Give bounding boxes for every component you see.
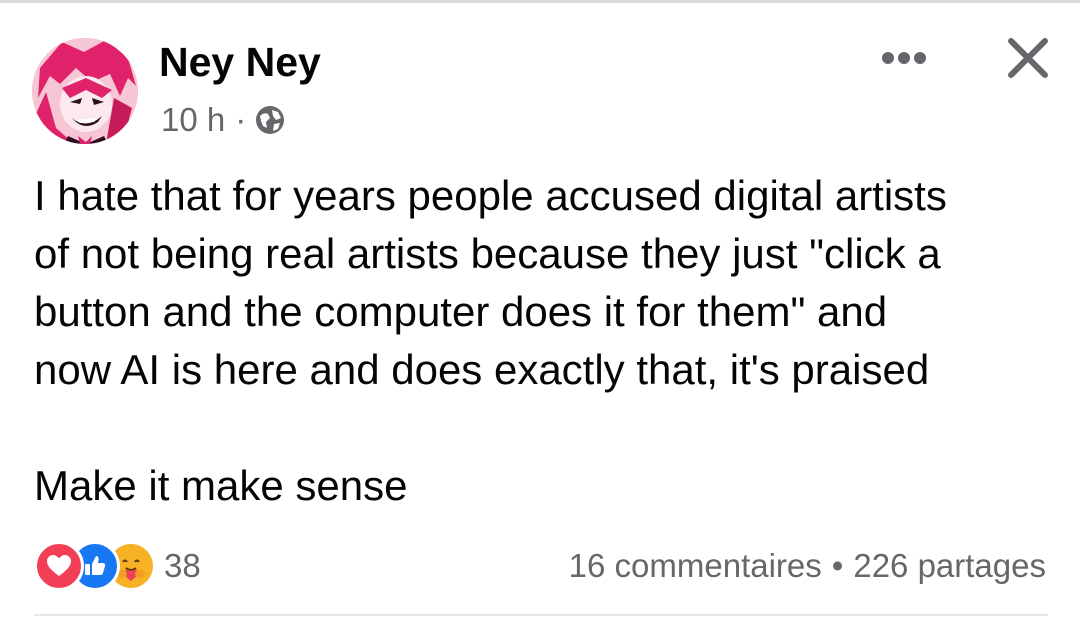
love-reaction-icon — [34, 541, 84, 591]
reaction-count: 38 — [164, 547, 201, 584]
stats-separator: • — [831, 547, 844, 584]
post-text-line: button and the computer does it for them… — [34, 288, 888, 335]
avatar[interactable] — [32, 38, 138, 144]
post-text-line: of not being real artists because they j… — [34, 230, 941, 277]
reactions-summary[interactable]: 38 — [34, 540, 201, 592]
avatar-image — [32, 38, 138, 144]
bottom-divider — [34, 614, 1048, 616]
post-time[interactable]: 10 h — [161, 101, 225, 139]
author-name[interactable]: Ney Ney — [159, 38, 321, 86]
post-text-line: now AI is here and does exactly that, it… — [34, 346, 930, 393]
top-divider — [0, 0, 1080, 3]
post-text-line: Make it make sense — [34, 462, 408, 509]
meta-separator: · — [235, 101, 247, 138]
globe-icon[interactable] — [254, 104, 286, 136]
post-meta: 10 h · — [161, 100, 286, 140]
shares-count-link[interactable]: 226 partages — [853, 547, 1046, 585]
more-options-button[interactable] — [872, 38, 936, 78]
close-button[interactable] — [1000, 30, 1056, 86]
comments-count-link[interactable]: 16 commentaires — [569, 547, 822, 585]
post-stats: 16 commentaires • 226 partages — [569, 540, 1046, 592]
post-text: I hate that for years people accused dig… — [34, 167, 1064, 515]
post-text-line: I hate that for years people accused dig… — [34, 172, 947, 219]
close-icon — [1008, 38, 1048, 78]
more-horizontal-icon — [882, 52, 926, 64]
